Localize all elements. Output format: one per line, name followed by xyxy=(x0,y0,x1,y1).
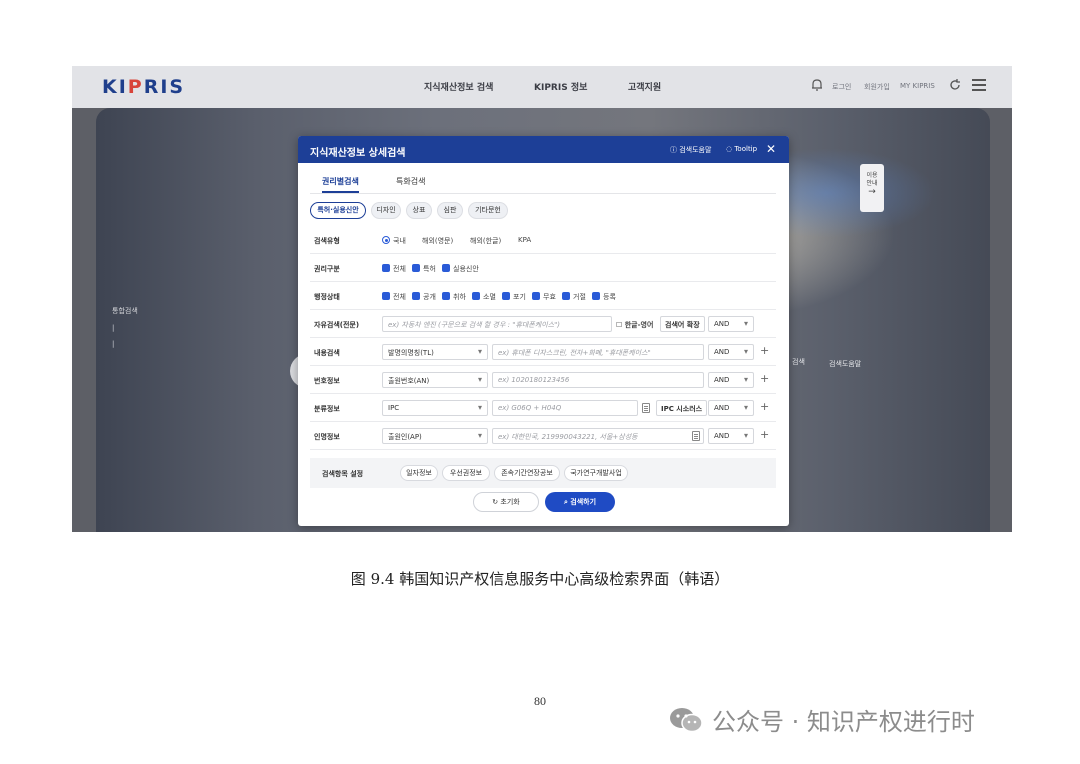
row-label: 번호정보 xyxy=(314,377,340,385)
korean-english-toggle[interactable]: ☐ 한글-영어 xyxy=(616,320,653,330)
row-admin-status: 행정상태 전체 공개 취하 소멸 포기 무효 거절 등록 xyxy=(310,282,776,310)
nav-ip-search[interactable]: 지식재산정보 검색 xyxy=(424,80,493,93)
setting-term-extension[interactable]: 존속기간연장공보 xyxy=(494,465,560,481)
row-content-search: 내용검색 발명의명칭(TL) ex) 휴대폰 디자스크린, 전자+화폐, "휴대… xyxy=(310,338,776,366)
setting-national-rnd[interactable]: 국가연구개발사업 xyxy=(564,465,628,481)
radio-foreign-ko[interactable]: 해외(한글) xyxy=(470,236,501,246)
side-menu-item: | xyxy=(112,324,115,332)
modal-header: 지식재산정보 상세검색 ⓘ 검색도움말 ◌ Tooltip ✕ xyxy=(298,136,789,163)
kipris-screenshot: KIPRIS 지식재산정보 검색 KIPRIS 정보 고객지원 로그인 회원가입… xyxy=(72,66,1012,532)
ipc-thesaurus-button[interactable]: IPC 시소러스 xyxy=(656,400,708,416)
nav-support[interactable]: 고객지원 xyxy=(628,80,661,93)
number-field-select[interactable]: 출원번호(AN) xyxy=(382,372,488,388)
row-person-info: 인명정보 출원인(AP) ex) 대한민국, 219990043221, 서울+… xyxy=(310,422,776,450)
operator-select[interactable]: AND xyxy=(708,428,754,444)
row-search-type: 검색유형 국내 해외(영문) 해외(한글) KPA xyxy=(310,226,776,254)
advanced-search-modal: 지식재산정보 상세검색 ⓘ 검색도움말 ◌ Tooltip ✕ 권리별검색 특화… xyxy=(298,136,789,526)
checkbox-all[interactable]: 전체 xyxy=(382,264,406,274)
free-search-input[interactable]: ex) 자동차 엔진 (구문으로 검색 할 경우 : "휴대폰케이스") xyxy=(382,316,612,332)
number-search-input[interactable]: ex) 1020180123456 xyxy=(492,372,704,388)
add-row-icon[interactable]: + xyxy=(760,428,769,441)
row-label: 행정상태 xyxy=(314,293,340,301)
row-label: 검색유형 xyxy=(314,237,340,245)
radio-domestic[interactable]: 국내 xyxy=(382,236,406,246)
setting-date-info[interactable]: 일자정보 xyxy=(400,465,438,481)
row-label: 분류정보 xyxy=(314,405,340,413)
modal-title: 지식재산정보 상세검색 xyxy=(310,148,406,159)
operator-select[interactable]: AND xyxy=(708,400,754,416)
modal-tabs: 권리별검색 특화검색 xyxy=(310,174,776,194)
chip-patent-utility[interactable]: 특허·실용신안 xyxy=(310,202,366,219)
side-menu-item[interactable]: 통합검색 xyxy=(112,306,138,316)
chip-other-docs[interactable]: 기타문헌 xyxy=(468,202,508,219)
chip-trademark[interactable]: 상표 xyxy=(406,202,432,219)
side-menu: 통합검색 | | xyxy=(112,306,138,356)
row-label: 권리구분 xyxy=(314,265,340,273)
login-link[interactable]: 로그인 xyxy=(832,82,851,92)
reset-button[interactable]: ↻ 초기화 xyxy=(473,492,539,512)
class-search-input[interactable]: ex) G06Q + H04Q xyxy=(492,400,638,416)
checkbox-status-withdrawn[interactable]: 취하 xyxy=(442,292,466,302)
checkbox-status-extinct[interactable]: 소멸 xyxy=(472,292,496,302)
bell-icon[interactable] xyxy=(810,78,824,92)
signup-link[interactable]: 회원가입 xyxy=(864,82,890,92)
row-label: 내용검색 xyxy=(314,349,340,357)
row-label: 자유검색(전문) xyxy=(314,321,360,329)
checkbox-status-rejected[interactable]: 거절 xyxy=(562,292,586,302)
row-number-info: 번호정보 출원번호(AN) ex) 1020180123456 AND + xyxy=(310,366,776,394)
person-field-select[interactable]: 출원인(AP) xyxy=(382,428,488,444)
document-icon[interactable] xyxy=(692,431,700,441)
chip-trial[interactable]: 심판 xyxy=(437,202,463,219)
radio-kpa[interactable]: KPA xyxy=(518,236,531,244)
usage-guide-tab[interactable]: 이용 안내 → xyxy=(860,164,884,212)
checkbox-status-all[interactable]: 전체 xyxy=(382,292,406,302)
expand-terms-button[interactable]: 검색어 확장 xyxy=(660,316,705,332)
operator-select[interactable]: AND xyxy=(708,344,754,360)
add-row-icon[interactable]: + xyxy=(760,400,769,413)
background-search-help: 검색도움말 xyxy=(829,360,862,368)
operator-select[interactable]: AND xyxy=(708,316,754,332)
tab-special-search[interactable]: 특화검색 xyxy=(396,176,425,187)
row-free-search: 자유검색(전문) ex) 자동차 엔진 (구문으로 검색 할 경우 : "휴대폰… xyxy=(310,310,776,338)
kipris-logo[interactable]: KIPRIS xyxy=(102,76,185,98)
figure-caption: 图 9.4 韩国知识产权信息服务中心高级检索界面（韩语） xyxy=(350,570,730,588)
hamburger-menu-icon[interactable] xyxy=(972,79,986,91)
search-help-link[interactable]: ⓘ 검색도움말 xyxy=(670,145,711,155)
add-row-icon[interactable]: + xyxy=(760,344,769,357)
document-icon[interactable] xyxy=(642,403,650,413)
row-right-type: 권리구분 전체 특허 실용신안 xyxy=(310,254,776,282)
site-header: KIPRIS 지식재산정보 검색 KIPRIS 정보 고객지원 로그인 회원가입… xyxy=(72,66,1012,108)
row-classification: 분류정보 IPC ex) G06Q + H04Q IPC 시소러스 AND + xyxy=(310,394,776,422)
nav-kipris-info[interactable]: KIPRIS 정보 xyxy=(534,80,587,93)
side-menu-item: | xyxy=(112,340,115,348)
person-search-input[interactable]: ex) 대한민국, 219990043221, 서울+삼성동 xyxy=(492,428,704,444)
close-icon[interactable]: ✕ xyxy=(766,142,776,156)
content-field-select[interactable]: 발명의명칭(TL) xyxy=(382,344,488,360)
checkbox-utility[interactable]: 실용신안 xyxy=(442,264,479,274)
wechat-icon xyxy=(670,708,703,733)
radio-foreign-en[interactable]: 해외(영문) xyxy=(422,236,453,246)
class-field-select[interactable]: IPC xyxy=(382,400,488,416)
checkbox-status-invalid[interactable]: 무효 xyxy=(532,292,556,302)
search-button[interactable]: ⌕ 검색하기 xyxy=(545,492,615,512)
checkbox-status-published[interactable]: 공개 xyxy=(412,292,436,302)
chip-design[interactable]: 디자인 xyxy=(371,202,401,219)
add-row-icon[interactable]: + xyxy=(760,372,769,385)
background-search-button: 검색 xyxy=(792,358,805,366)
checkbox-status-registered[interactable]: 등록 xyxy=(592,292,616,302)
refresh-icon[interactable] xyxy=(948,78,962,92)
content-search-input[interactable]: ex) 휴대폰 디자스크린, 전자+화폐, "휴대폰케이스" xyxy=(492,344,704,360)
operator-select[interactable]: AND xyxy=(708,372,754,388)
search-field-settings: 검색항목 설정 일자정보 우선권정보 존속기간연장공보 국가연구개발사업 xyxy=(310,458,776,488)
checkbox-status-abandoned[interactable]: 포기 xyxy=(502,292,526,302)
row-label: 인명정보 xyxy=(314,433,340,441)
my-kipris-link[interactable]: MY KIPRIS xyxy=(900,82,935,90)
setting-priority-info[interactable]: 우선권정보 xyxy=(442,465,490,481)
checkbox-patent[interactable]: 특허 xyxy=(412,264,436,274)
tooltip-link[interactable]: ◌ Tooltip xyxy=(726,145,757,153)
tab-rights-search[interactable]: 권리별검색 xyxy=(322,176,359,193)
row-label: 검색항목 설정 xyxy=(322,470,364,478)
